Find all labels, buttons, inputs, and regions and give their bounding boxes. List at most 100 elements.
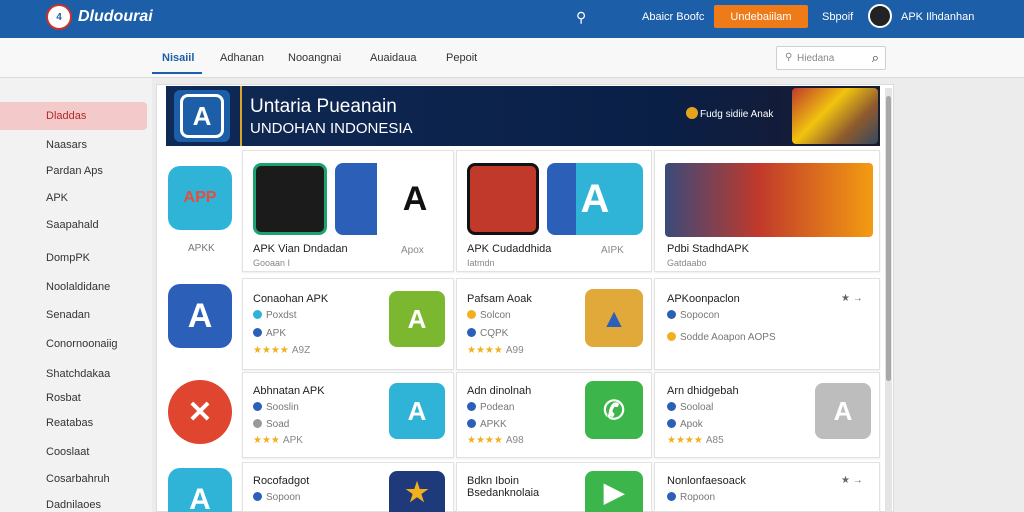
sidebar-item-8[interactable]: Senadan <box>46 309 90 321</box>
search-small-icon: ⚲ <box>785 52 793 63</box>
app-card[interactable]: Rocofadgot Sopoon ★ <box>242 462 454 512</box>
app-meta-1: Podean <box>467 402 514 413</box>
nav-bar: Nisaiil Adhanan Nooangnai Auaidaua Pepoi… <box>0 38 1024 78</box>
rating-stars: ★★★ APK <box>253 435 303 446</box>
avatar[interactable] <box>868 4 892 28</box>
banner-title: Untaria Pueanain <box>250 96 397 117</box>
app-meta-1: Sopocon <box>667 310 719 321</box>
user-menu[interactable]: APK Ilhdanhan <box>901 11 974 23</box>
top-link-support[interactable]: Sbpoif <box>822 11 853 23</box>
sidebar-item-6[interactable]: DompPK <box>46 252 90 264</box>
app-meta-1: Sooloal <box>667 402 713 413</box>
sidebar-item-2[interactable]: Naasars <box>46 139 87 151</box>
app-meta-2: Soad <box>253 419 289 430</box>
app-thumbnail <box>467 163 539 235</box>
app-icon: ✆ <box>585 381 643 439</box>
app-title: Bdkn Iboin Bsedanknolaia <box>467 475 540 499</box>
sidebar-item-12[interactable]: Reatabas <box>46 417 93 429</box>
badge-icon <box>686 107 698 119</box>
app-title: Nonlonfaesoack <box>667 475 746 487</box>
app-icon: A <box>389 291 445 347</box>
app-icon: ▶ <box>585 471 643 512</box>
sidebar-item-11[interactable]: Rosbat <box>46 392 81 404</box>
banner-subtitle: UNDOHAN INDONESIA <box>250 120 413 137</box>
app-card[interactable]: Arn dhidgebah Sooloal Apok ★★★★ A85 A <box>654 372 880 458</box>
app-icon-left-4[interactable]: A <box>168 468 232 512</box>
sidebar-item-5[interactable]: Saapahald <box>46 219 99 231</box>
app-meta-1: Sopoon <box>253 492 300 503</box>
app-icon-left-2[interactable]: A <box>168 284 232 348</box>
logo-icon[interactable]: 4 <box>46 4 72 30</box>
sidebar-item-9[interactable]: Conornoonaiig <box>46 338 118 350</box>
app-meta-2: APK <box>253 328 286 339</box>
app-card[interactable]: Nonlonfaesoack ★ → Ropoon <box>654 462 880 512</box>
app-title: Conaohan APK <box>253 293 329 305</box>
featured-sub: Gooaan I <box>253 258 291 268</box>
share-icon[interactable]: ★ → <box>841 475 863 486</box>
search-icon[interactable]: ⌕ <box>872 50 879 66</box>
featured-title: Pdbi StadhdАPK <box>667 243 749 255</box>
app-card[interactable]: Adn dinolnah Podean APKK ★★★★ A98 ✆ <box>456 372 652 458</box>
sidebar-item-7[interactable]: Noolaldidane <box>46 281 110 293</box>
app-card[interactable]: Bdkn Iboin Bsedanknolaia ▶ <box>456 462 652 512</box>
scrollbar-thumb[interactable] <box>886 96 891 381</box>
featured-card-3[interactable]: Pdbi StadhdАPK Gatdaabo <box>654 150 880 272</box>
sidebar-item-14[interactable]: Cosarbahruh <box>46 473 110 485</box>
app-icon-left-1[interactable]: APP <box>168 166 232 230</box>
app-meta-1: Sooslin <box>253 402 299 413</box>
rating-stars: ★★★★ A98 <box>467 435 524 446</box>
app-meta-1: Solcon <box>467 310 511 321</box>
app-icon-left-3[interactable]: ✕ <box>168 380 232 444</box>
featured-sub: Iatmdn <box>467 258 495 268</box>
app-store-logo-icon: A <box>174 90 230 142</box>
download-button[interactable]: Undebaiilam <box>714 5 808 28</box>
rating-stars: ★★★★ A99 <box>467 345 524 356</box>
sidebar-item-4[interactable]: APK <box>46 192 68 204</box>
app-title: APKoonpaclon <box>667 293 740 305</box>
hero-banner[interactable]: A Untaria Pueanain UNDOHAN INDONESIA Fud… <box>166 86 880 146</box>
search-toggle-icon[interactable]: ⚲ <box>576 9 586 26</box>
featured-title: APK Vian Dndadan <box>253 243 348 255</box>
featured-card-1[interactable]: A APK Vian Dndadan Gooaan I Apox <box>242 150 454 272</box>
app-card[interactable]: APKoonpaclon ★ → Sopocon Sodde Aoapon AO… <box>654 278 880 370</box>
top-bar: 4 Dludourai ⚲ Abaicr Boofc Undebaiilam S… <box>0 0 1024 38</box>
app-logo-icon: A <box>547 163 643 235</box>
app-meta-2: APKK <box>467 419 507 430</box>
featured-sub: Gatdaabo <box>667 258 707 268</box>
tab-home[interactable]: Nisaiil <box>162 52 194 64</box>
banner-divider <box>240 86 242 146</box>
logo-text[interactable]: Dludourai <box>78 8 153 26</box>
app-title: Pafsam Aoak <box>467 293 532 305</box>
app-meta-1: Ropoon <box>667 492 715 503</box>
sidebar: Dladdas Naasars Pardan Aps APK Saapahald… <box>0 78 152 512</box>
top-link-about[interactable]: Abaicr Boofc <box>642 11 704 23</box>
app-card[interactable]: Abhnatan APK Sooslin Soad ★★★ APK A <box>242 372 454 458</box>
tab-4[interactable]: Auaidaua <box>370 52 417 64</box>
featured-title: APK Cudaddhida <box>467 243 552 255</box>
app-meta-2: Apok <box>667 419 703 430</box>
tab-5[interactable]: Pepoit <box>446 52 477 64</box>
tab-3[interactable]: Nooangnai <box>288 52 341 64</box>
sidebar-item-10[interactable]: Shatchdakaa <box>46 368 110 380</box>
app-card[interactable]: Pafsam Aoak Solcon CQPK ★★★★ A99 ▲ <box>456 278 652 370</box>
share-icon[interactable]: ★ → <box>841 293 863 304</box>
sidebar-item-3[interactable]: Pardan Aps <box>46 165 103 177</box>
app-card[interactable]: Conaohan APK Poxdst APK ★★★★ A9Z A <box>242 278 454 370</box>
sidebar-item-1[interactable]: Dladdas <box>46 110 86 122</box>
search-placeholder: Hiedana <box>797 53 835 64</box>
app-icon: A <box>815 383 871 439</box>
search-input[interactable]: ⚲ Hiedana ⌕ <box>776 46 886 70</box>
sidebar-item-13[interactable]: Cooslaat <box>46 446 89 458</box>
active-tab-indicator <box>152 72 202 74</box>
sidebar-item-15[interactable]: Dadnilaoes <box>46 499 101 511</box>
featured-side-caption: Apox <box>401 245 424 256</box>
app-icon: A <box>389 383 445 439</box>
app-title: Adn dinolnah <box>467 385 532 397</box>
app-thumbnail <box>253 163 327 235</box>
tab-2[interactable]: Adhanan <box>220 52 264 64</box>
app-meta-2: Sodde Aoapon AOPS <box>667 332 776 343</box>
app-title: Abhnatan APK <box>253 385 325 397</box>
featured-card-2[interactable]: A APK Cudaddhida Iatmdn AIPK <box>456 150 652 272</box>
app-caption-left-1: APKK <box>188 243 215 254</box>
rating-stars: ★★★★ A9Z <box>253 345 311 356</box>
